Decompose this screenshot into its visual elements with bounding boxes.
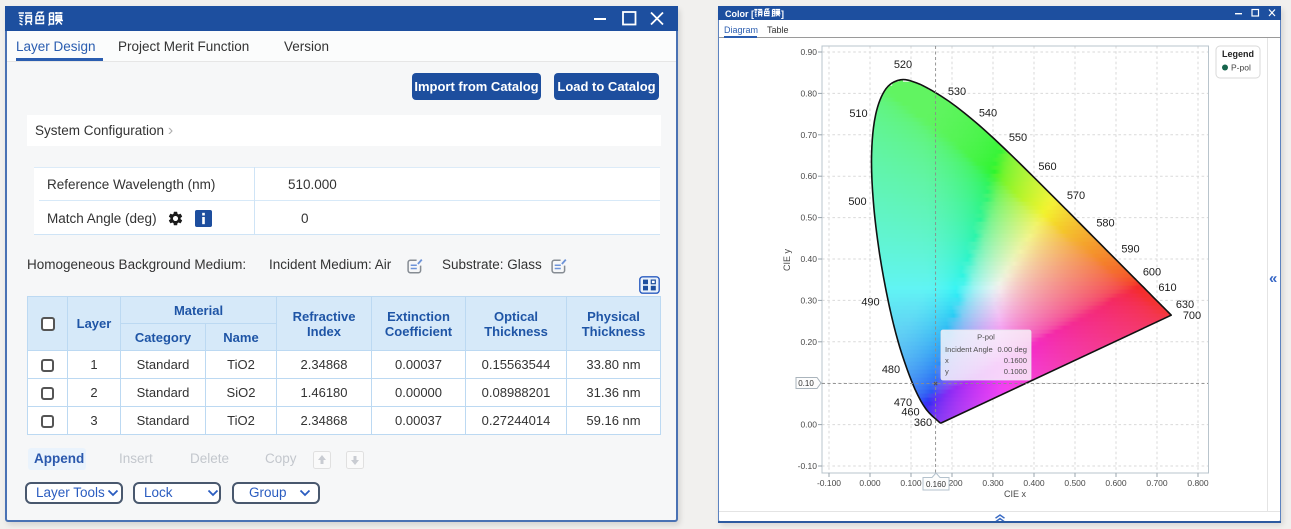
svg-text:0.500: 0.500	[1064, 478, 1086, 488]
svg-text:0.50: 0.50	[800, 213, 817, 223]
svg-text:570: 570	[1067, 190, 1085, 202]
svg-text:0.40: 0.40	[800, 254, 817, 264]
svg-text:610: 610	[1158, 282, 1176, 294]
svg-text:0.20: 0.20	[800, 337, 817, 347]
svg-text:580: 580	[1096, 218, 1114, 230]
svg-text:CIE y: CIE y	[782, 249, 792, 272]
svg-text:520: 520	[894, 59, 912, 71]
svg-text:-0.10: -0.10	[798, 461, 818, 471]
svg-text:590: 590	[1121, 244, 1139, 256]
svg-text:480: 480	[882, 364, 900, 376]
svg-text:0.1000: 0.1000	[1004, 367, 1027, 376]
svg-text:0.400: 0.400	[1023, 478, 1045, 488]
svg-text:560: 560	[1038, 161, 1056, 173]
svg-text:0.00: 0.00	[800, 420, 817, 430]
svg-text:360: 360	[914, 417, 932, 429]
svg-text:0.300: 0.300	[982, 478, 1004, 488]
svg-text:0.30: 0.30	[800, 295, 817, 305]
svg-text:490: 490	[861, 297, 879, 309]
svg-text:0.90: 0.90	[800, 47, 817, 57]
svg-text:0.100: 0.100	[900, 478, 922, 488]
svg-text:-0.100: -0.100	[817, 478, 841, 488]
svg-text:600: 600	[1143, 267, 1161, 279]
svg-text:530: 530	[948, 86, 966, 98]
svg-text:550: 550	[1009, 132, 1027, 144]
svg-text:0.60: 0.60	[800, 171, 817, 181]
svg-text:0.80: 0.80	[800, 88, 817, 98]
svg-text:0.00 deg: 0.00 deg	[997, 345, 1027, 354]
svg-text:0.10: 0.10	[798, 379, 814, 388]
svg-text:700: 700	[1183, 310, 1201, 322]
svg-text:500: 500	[848, 196, 866, 208]
svg-text:x: x	[945, 356, 949, 365]
svg-text:0.000: 0.000	[859, 478, 881, 488]
svg-text:0.160: 0.160	[926, 480, 947, 489]
svg-text:y: y	[945, 367, 949, 376]
svg-text:Legend: Legend	[1222, 49, 1254, 59]
svg-text:P-pol: P-pol	[977, 333, 995, 342]
svg-text:540: 540	[979, 108, 997, 120]
svg-text:CIE x: CIE x	[1004, 489, 1027, 499]
svg-text:0.700: 0.700	[1146, 478, 1168, 488]
svg-text:0.70: 0.70	[800, 130, 817, 140]
svg-text:0.800: 0.800	[1187, 478, 1209, 488]
svg-text:0.600: 0.600	[1105, 478, 1127, 488]
svg-text:Incident Angle: Incident Angle	[945, 345, 993, 354]
svg-text:P-pol: P-pol	[1231, 63, 1251, 73]
svg-text:510: 510	[849, 108, 867, 120]
svg-text:0.1600: 0.1600	[1004, 356, 1027, 365]
